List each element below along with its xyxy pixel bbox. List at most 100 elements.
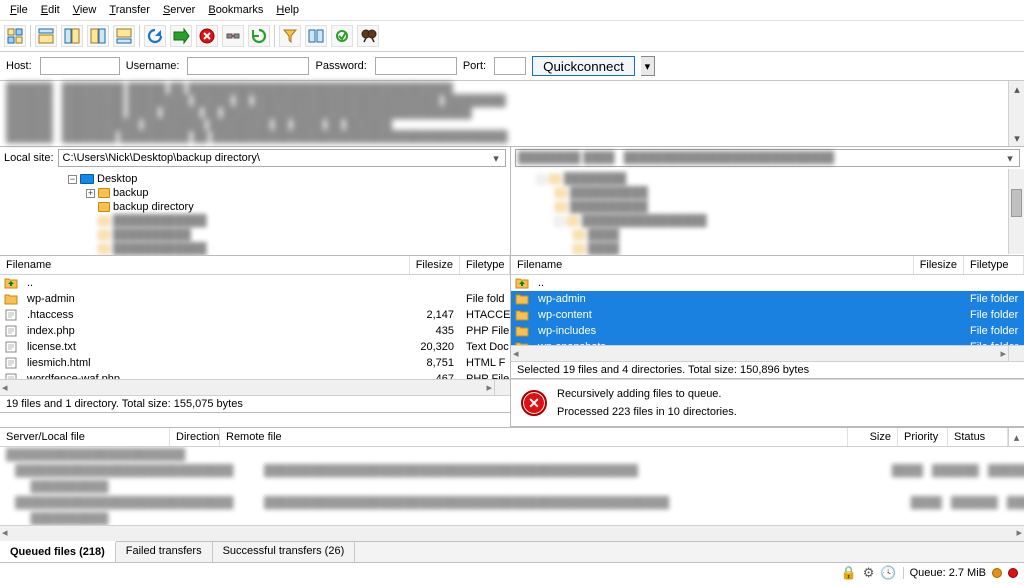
col-status[interactable]: Status [948, 428, 1008, 446]
quickconnect-dropdown[interactable]: ▾ [641, 56, 655, 76]
remote-tree-scrollbar[interactable] [1008, 169, 1024, 254]
tree-item-backupdir[interactable]: backup directory [113, 201, 194, 213]
message-log: ██████ ████████ █████ ██ ███████████████… [0, 81, 1024, 147]
col-filesize[interactable]: Filesize [914, 256, 964, 274]
queue-body[interactable]: ███████████████████████ ████████████████… [0, 447, 1024, 525]
toolbar-separator [139, 25, 140, 47]
folder-icon [98, 230, 110, 240]
local-path-input[interactable] [61, 150, 489, 166]
chevron-down-icon[interactable]: ▾ [1003, 152, 1017, 165]
menu-help[interactable]: Help [270, 2, 305, 18]
menu-transfer[interactable]: Transfer [103, 2, 156, 18]
host-input[interactable] [40, 57, 120, 75]
port-input[interactable] [494, 57, 526, 75]
local-site-label: Local site: [4, 152, 58, 164]
remote-path-row: ████████ ████ ██████████████████████████… [511, 147, 1024, 170]
activity-light-recv [1008, 568, 1018, 578]
process-queue-icon[interactable] [170, 25, 192, 47]
scroll-up-icon[interactable]: ▴ [1008, 428, 1024, 446]
file-icon [4, 341, 18, 353]
toggle-queue-icon[interactable] [113, 25, 135, 47]
notice-line2: Processed 223 files in 10 directories. [557, 406, 737, 418]
filter-icon[interactable] [279, 25, 301, 47]
toggle-remote-tree-icon[interactable] [87, 25, 109, 47]
col-remote-file[interactable]: Remote file [220, 428, 848, 446]
scroll-down-icon[interactable]: ▾ [1009, 130, 1024, 146]
folder-icon [98, 244, 110, 254]
remote-tree[interactable]: −████████ ██████████ ██████████ −███████… [511, 169, 1024, 255]
clock-icon: 🕓 [880, 565, 896, 581]
remote-file-header: Filename Filesize Filetype [511, 255, 1024, 275]
list-item[interactable]: wp-contentFile folder [511, 307, 1024, 323]
local-file-header: Filename Filesize Filetype [0, 255, 510, 275]
folder-icon [4, 293, 18, 305]
list-item[interactable]: .htaccess2,147HTACCE [0, 307, 510, 323]
scroll-corner [494, 379, 510, 395]
remote-file-list: Filename Filesize Filetype ..wp-adminFil… [511, 255, 1024, 361]
list-item[interactable]: liesmich.html8,751HTML F [0, 355, 510, 371]
local-tree[interactable]: −Desktop +backup backup directory ██████… [0, 169, 510, 255]
toolbar [0, 21, 1024, 52]
col-priority[interactable]: Priority [898, 428, 948, 446]
col-direction[interactable]: Direction [170, 428, 220, 446]
local-hscroll[interactable]: ◂▸ [0, 379, 494, 395]
quickconnect-button[interactable]: Quickconnect [532, 56, 635, 76]
folder-icon [98, 202, 110, 212]
collapse-icon[interactable]: − [68, 175, 77, 184]
menu-view[interactable]: View [67, 2, 103, 18]
desktop-icon [80, 174, 94, 184]
sync-browse-icon[interactable] [331, 25, 353, 47]
scroll-corner [1008, 345, 1024, 361]
remote-hscroll[interactable]: ◂▸ [511, 345, 1008, 361]
menu-file[interactable]: File [4, 2, 34, 18]
compare-icon[interactable] [305, 25, 327, 47]
username-label: Username: [126, 60, 182, 72]
scroll-up-icon[interactable]: ▴ [1009, 81, 1024, 97]
list-item[interactable]: wp-adminFile folder [511, 291, 1024, 307]
col-filesize[interactable]: Filesize [410, 256, 460, 274]
find-icon[interactable] [357, 25, 379, 47]
tab-successful[interactable]: Successful transfers (26) [213, 542, 356, 562]
queue-hscroll[interactable]: ◂▸ [0, 525, 1024, 541]
col-size[interactable]: Size [848, 428, 898, 446]
cancel-icon[interactable] [196, 25, 218, 47]
list-item[interactable]: index.php435PHP File [0, 323, 510, 339]
toggle-local-tree-icon[interactable] [61, 25, 83, 47]
menu-bookmarks[interactable]: Bookmarks [202, 2, 269, 18]
menu-edit[interactable]: Edit [35, 2, 66, 18]
reconnect-icon[interactable] [248, 25, 270, 47]
refresh-icon[interactable] [144, 25, 166, 47]
chevron-down-icon[interactable]: ▾ [489, 152, 503, 165]
col-server-local[interactable]: Server/Local file [0, 428, 170, 446]
col-filetype[interactable]: Filetype [460, 256, 510, 274]
menu-server[interactable]: Server [157, 2, 201, 18]
tree-item-desktop[interactable]: Desktop [97, 173, 137, 185]
disconnect-icon[interactable] [222, 25, 244, 47]
notice-line1: Recursively adding files to queue. [557, 388, 737, 400]
local-path-combo[interactable]: ▾ [58, 149, 506, 167]
list-item[interactable]: wp-includesFile folder [511, 323, 1024, 339]
toolbar-separator [274, 25, 275, 47]
list-item[interactable]: .. [0, 275, 510, 291]
parent-folder-icon [515, 277, 529, 289]
list-item[interactable]: license.txt20,320Text Doc [0, 339, 510, 355]
col-filename[interactable]: Filename [0, 256, 410, 274]
col-filetype[interactable]: Filetype [964, 256, 1024, 274]
col-filename[interactable]: Filename [511, 256, 914, 274]
username-input[interactable] [187, 57, 309, 75]
folder-icon [515, 309, 529, 321]
log-scrollbar[interactable]: ▴ ▾ [1008, 81, 1024, 146]
toggle-log-icon[interactable] [35, 25, 57, 47]
expand-icon[interactable]: + [86, 189, 95, 198]
local-path-row: Local site: ▾ [0, 147, 510, 170]
gear-icon[interactable]: ⚙ [863, 565, 875, 581]
tree-item-backup[interactable]: backup [113, 187, 148, 199]
list-item[interactable]: .. [511, 275, 1024, 291]
password-input[interactable] [375, 57, 457, 75]
list-item[interactable]: wp-adminFile fold [0, 291, 510, 307]
tab-failed[interactable]: Failed transfers [116, 542, 213, 562]
site-manager-icon[interactable] [4, 25, 26, 47]
tab-queued[interactable]: Queued files (218) [0, 541, 116, 562]
remote-path-combo[interactable]: ████████ ████ ██████████████████████████… [515, 149, 1020, 167]
port-label: Port: [463, 60, 488, 72]
